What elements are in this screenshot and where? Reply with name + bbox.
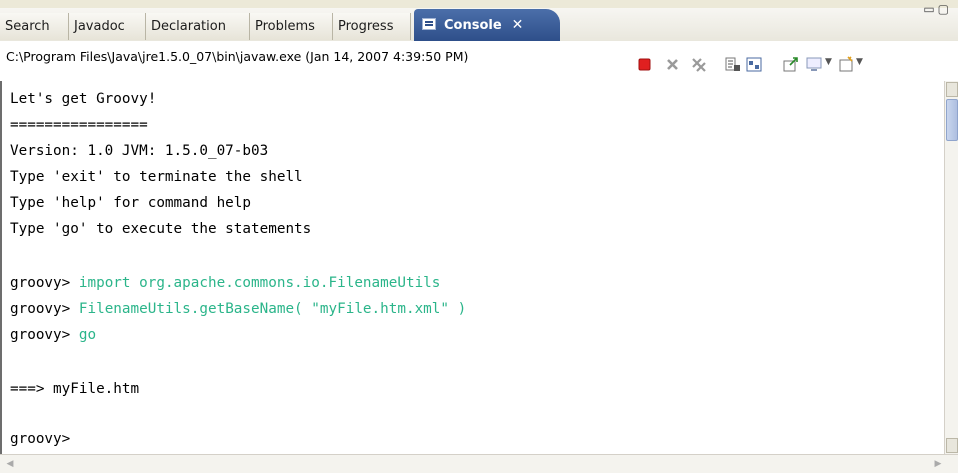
scroll-right-button[interactable]: ▶ — [932, 458, 944, 471]
process-path: C:\Program Files\Java\jre1.5.0_07\bin\ja… — [6, 49, 469, 64]
console-input-line: groovy> go — [10, 322, 96, 348]
console-input-line: groovy> import org.apache.commons.io.Fil… — [10, 270, 440, 296]
open-console-icon[interactable] — [838, 56, 855, 73]
console-line: Version: 1.0 JVM: 1.5.0_07-b03 — [10, 143, 269, 159]
scroll-down-button[interactable] — [946, 438, 958, 453]
view-window-controls: ▭▢ — [923, 2, 952, 16]
tab-declaration[interactable]: Declaration — [146, 13, 250, 40]
shell-prompt: groovy> — [10, 327, 79, 343]
display-selected-console-icon[interactable] — [806, 56, 823, 73]
tab-label: Console — [444, 18, 502, 33]
tab-javadoc[interactable]: Javadoc — [69, 13, 146, 40]
console-input-line[interactable]: groovy> — [10, 426, 70, 452]
shell-prompt: groovy> — [10, 275, 79, 291]
pin-console-icon[interactable] — [782, 56, 799, 73]
tab-problems[interactable]: Problems — [250, 13, 333, 40]
remove-all-terminated-icon[interactable] — [690, 56, 707, 73]
tab-search[interactable]: Search — [0, 13, 69, 40]
console-line: Type 'help' for command help — [10, 195, 252, 211]
console-icon — [422, 18, 436, 30]
chevron-down-icon[interactable]: ▼ — [856, 57, 863, 67]
shell-prompt: groovy> — [10, 301, 79, 317]
remove-launch-icon[interactable] — [664, 56, 681, 73]
scroll-left-button[interactable]: ◀ — [4, 458, 16, 471]
tab-label: Javadoc — [74, 19, 125, 34]
tab-label: Declaration — [151, 19, 226, 34]
show-console-on-output-icon[interactable] — [746, 56, 763, 73]
console-line: ================ — [10, 117, 148, 133]
console-line: Type 'exit' to terminate the shell — [10, 169, 303, 185]
shell-input: FilenameUtils.getBaseName( "myFile.htm.x… — [78, 301, 467, 317]
tab-label: Progress — [338, 19, 394, 34]
close-icon[interactable]: ✕ — [512, 17, 524, 33]
scroll-thumb[interactable] — [946, 99, 958, 141]
console-line: Let's get Groovy! — [10, 91, 157, 107]
vertical-scrollbar[interactable] — [944, 81, 958, 454]
tab-label: Problems — [255, 19, 315, 34]
console-toolbar: C:\Program Files\Java\jre1.5.0_07\bin\ja… — [0, 41, 958, 82]
shell-input: import org.apache.commons.io.FilenameUti… — [78, 275, 441, 291]
maximize-icon[interactable]: ▢ — [938, 2, 952, 16]
horizontal-scrollbar[interactable]: ◀ ▶ — [0, 454, 958, 473]
minimize-icon[interactable]: ▭ — [923, 2, 937, 16]
tab-console[interactable]: Console ✕ — [414, 9, 560, 41]
console-line: Type 'go' to execute the statements — [10, 221, 312, 237]
console-output[interactable]: Let's get Groovy! ================ Versi… — [0, 81, 944, 454]
view-tab-bar: Search Javadoc Declaration Problems Prog… — [0, 0, 958, 42]
tab-label: Search — [5, 19, 50, 34]
tab-progress[interactable]: Progress — [333, 13, 411, 40]
console-result-line: ===> myFile.htm — [10, 381, 140, 397]
scroll-up-button[interactable] — [946, 82, 958, 97]
shell-input: go — [78, 327, 97, 343]
scroll-lock-icon[interactable] — [724, 56, 741, 73]
chevron-down-icon[interactable]: ▼ — [825, 57, 832, 67]
shell-prompt: groovy> — [10, 431, 71, 447]
terminate-icon[interactable] — [636, 56, 653, 73]
console-input-line: groovy> FilenameUtils.getBaseName( "myFi… — [10, 296, 466, 322]
